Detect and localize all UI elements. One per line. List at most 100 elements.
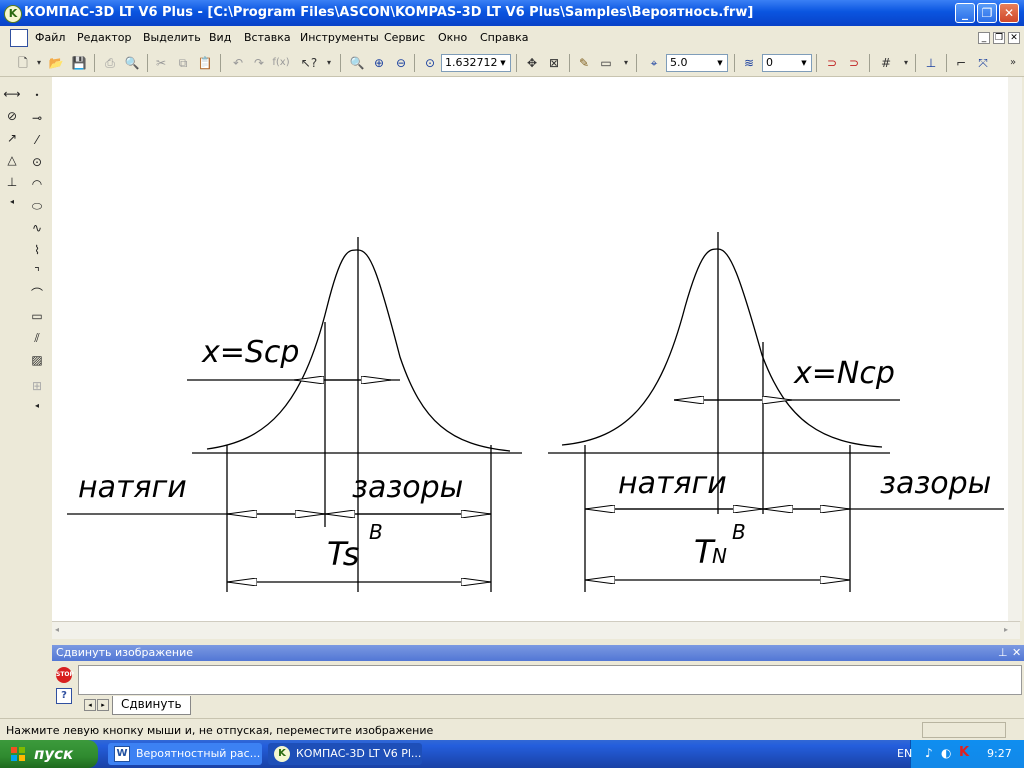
scroll-right-icon[interactable]: ▸ [1004, 625, 1008, 634]
context-help-icon[interactable]: ↖? [300, 54, 318, 72]
show-all-icon[interactable]: ⊠ [545, 54, 563, 72]
save-icon[interactable]: 💾 [70, 54, 88, 72]
zoom-scale-combo[interactable]: 1.632712 ▼ [441, 54, 511, 72]
view-manager-icon[interactable]: ▭ [597, 54, 615, 72]
hatch-tool-icon[interactable]: ▨ [28, 351, 46, 369]
local-cs-icon[interactable]: ⊥ [922, 54, 940, 72]
cursor-step-value: 5.0 [670, 56, 688, 69]
new-dropdown-icon[interactable]: ▾ [30, 54, 48, 72]
symbols-tool-icon[interactable]: △ [3, 151, 21, 169]
menu-window[interactable]: Окно [438, 31, 467, 44]
weld-tool-icon[interactable]: ⊥ [3, 173, 21, 191]
doc-close-button[interactable]: ✕ [1008, 32, 1020, 44]
stop-icon[interactable]: STOP [56, 667, 74, 683]
layer-dropdown-icon[interactable]: ▼ [798, 56, 810, 70]
zoom-window-icon[interactable]: 🔍 [348, 54, 366, 72]
arc-tool-icon[interactable]: ◠ [28, 175, 46, 193]
grid-icon[interactable]: # [877, 54, 895, 72]
zoom-scale-dropdown-icon[interactable]: ▼ [497, 56, 509, 70]
tray-app-icon[interactable]: ◐ [941, 746, 951, 760]
doc-restore-button[interactable]: ❐ [993, 32, 1005, 44]
print-preview-icon[interactable]: 🔍 [123, 54, 141, 72]
local-snap-icon[interactable]: ⊃ [845, 54, 863, 72]
ortho-icon[interactable]: ⌐ [952, 54, 970, 72]
redraw-icon[interactable]: ✎ [575, 54, 593, 72]
cursor-step-combo[interactable]: 5.0 ▼ [666, 54, 728, 72]
menu-insert[interactable]: Вставка [244, 31, 291, 44]
tab-shift[interactable]: Сдвинуть [112, 696, 191, 715]
horizontal-scrollbar[interactable]: ◂ ▸ [52, 621, 1020, 639]
zoom-scale-icon[interactable]: ⊙ [421, 54, 439, 72]
left-formula-label: x=Scp [201, 335, 299, 370]
dimension-tool-icon[interactable]: ⟷ [3, 85, 21, 103]
paste-icon[interactable]: 📋 [196, 54, 214, 72]
volume-icon[interactable]: ♪ [925, 746, 933, 760]
point-tool-icon[interactable]: • [28, 87, 46, 105]
menu-file[interactable]: Файл [35, 31, 65, 44]
collect-contour-icon[interactable]: ⊞ [28, 377, 46, 395]
language-indicator[interactable]: EN [897, 747, 912, 760]
doc-minimize-button[interactable]: _ [978, 32, 990, 44]
fillet-tool-icon[interactable]: ⌒ [28, 285, 46, 303]
redo-icon[interactable]: ↷ [250, 54, 268, 72]
chamfer-tool-icon[interactable]: ⌝ [28, 263, 46, 281]
cursor-step-icon[interactable]: ⌖ [645, 54, 663, 72]
grid-dropdown-icon[interactable]: ▾ [897, 54, 915, 72]
vertical-scrollbar[interactable] [1008, 77, 1022, 621]
command-parameters-area[interactable] [78, 665, 1022, 695]
tab-prev-icon[interactable]: ◂ [84, 699, 96, 711]
open-folder-icon[interactable]: 📂 [47, 54, 65, 72]
geometry-panel-scroll-icon[interactable]: ◂ [28, 397, 46, 415]
pan-icon[interactable]: ✥ [523, 54, 541, 72]
function-icon[interactable]: f(x) [272, 54, 290, 72]
help-dropdown-icon[interactable]: ▾ [320, 54, 338, 72]
zoom-out-icon[interactable]: ⊖ [392, 54, 410, 72]
layers-icon[interactable]: ≋ [740, 54, 758, 72]
document-icon[interactable] [10, 29, 28, 47]
cursor-step-dropdown-icon[interactable]: ▼ [714, 56, 726, 70]
kompas-app-icon[interactable]: K [4, 5, 22, 23]
spline-tool-icon[interactable]: ∿ [28, 219, 46, 237]
help-icon[interactable]: ? [56, 688, 72, 704]
copy-icon[interactable]: ⧉ [174, 54, 192, 72]
auxiliary-line-icon[interactable]: ⊸ [28, 109, 46, 127]
parametric-icon[interactable]: ⤧ [974, 54, 992, 72]
taskbar-item-kompas[interactable]: K КОМПАС-3D LT V6 Pl... [268, 743, 422, 765]
segment-tool-icon[interactable]: ⁄ [28, 131, 46, 149]
scroll-left-icon[interactable]: ◂ [55, 625, 59, 634]
menu-help[interactable]: Справка [480, 31, 528, 44]
undo-icon[interactable]: ↶ [229, 54, 247, 72]
maximize-button[interactable]: ❐ [977, 3, 997, 23]
drawing-canvas[interactable]: x=Scp натяги зазоры Ts B x=Ncp натяги за… [52, 77, 1020, 621]
measure-tool-icon[interactable]: ⊘ [3, 107, 21, 125]
print-icon[interactable]: ⎙ [101, 54, 119, 72]
minimize-button[interactable]: _ [955, 3, 975, 23]
toolbar-more-icon[interactable]: » [1004, 54, 1022, 72]
zoom-in-icon[interactable]: ⊕ [370, 54, 388, 72]
menu-edit[interactable]: Редактор [77, 31, 132, 44]
antivirus-icon[interactable]: K [959, 745, 969, 760]
snap-magnet-icon[interactable]: ⊃ [823, 54, 841, 72]
edit-tool-icon[interactable]: ↗ [3, 129, 21, 147]
right-formula-label: x=Ncp [793, 356, 895, 391]
taskbar-item-word[interactable]: W Вероятностный рас... [108, 743, 262, 765]
ellipse-tool-icon[interactable]: ⬭ [28, 197, 46, 215]
view-dropdown-icon[interactable]: ▾ [617, 54, 635, 72]
equidistant-tool-icon[interactable]: ⫽ [28, 329, 46, 347]
menu-service[interactable]: Сервис [384, 31, 425, 44]
pin-icon[interactable]: ⊥ [998, 645, 1008, 661]
layer-combo[interactable]: 0 ▼ [762, 54, 812, 72]
panel-close-icon[interactable]: ✕ [1012, 645, 1021, 661]
polyline-tool-icon[interactable]: ⌇ [28, 241, 46, 259]
tab-next-icon[interactable]: ▸ [97, 699, 109, 711]
close-button[interactable]: ✕ [999, 3, 1019, 23]
clock[interactable]: 9:27 [987, 747, 1012, 760]
circle-tool-icon[interactable]: ⊙ [28, 153, 46, 171]
cut-icon[interactable]: ✂ [152, 54, 170, 72]
rectangle-tool-icon[interactable]: ▭ [28, 307, 46, 325]
menu-view[interactable]: Вид [209, 31, 231, 44]
menu-select[interactable]: Выделить [143, 31, 201, 44]
menu-tools[interactable]: Инструменты [300, 31, 379, 44]
start-button[interactable]: пуск [0, 740, 98, 768]
left-panel-scroll-icon[interactable]: ◂ [3, 193, 21, 211]
